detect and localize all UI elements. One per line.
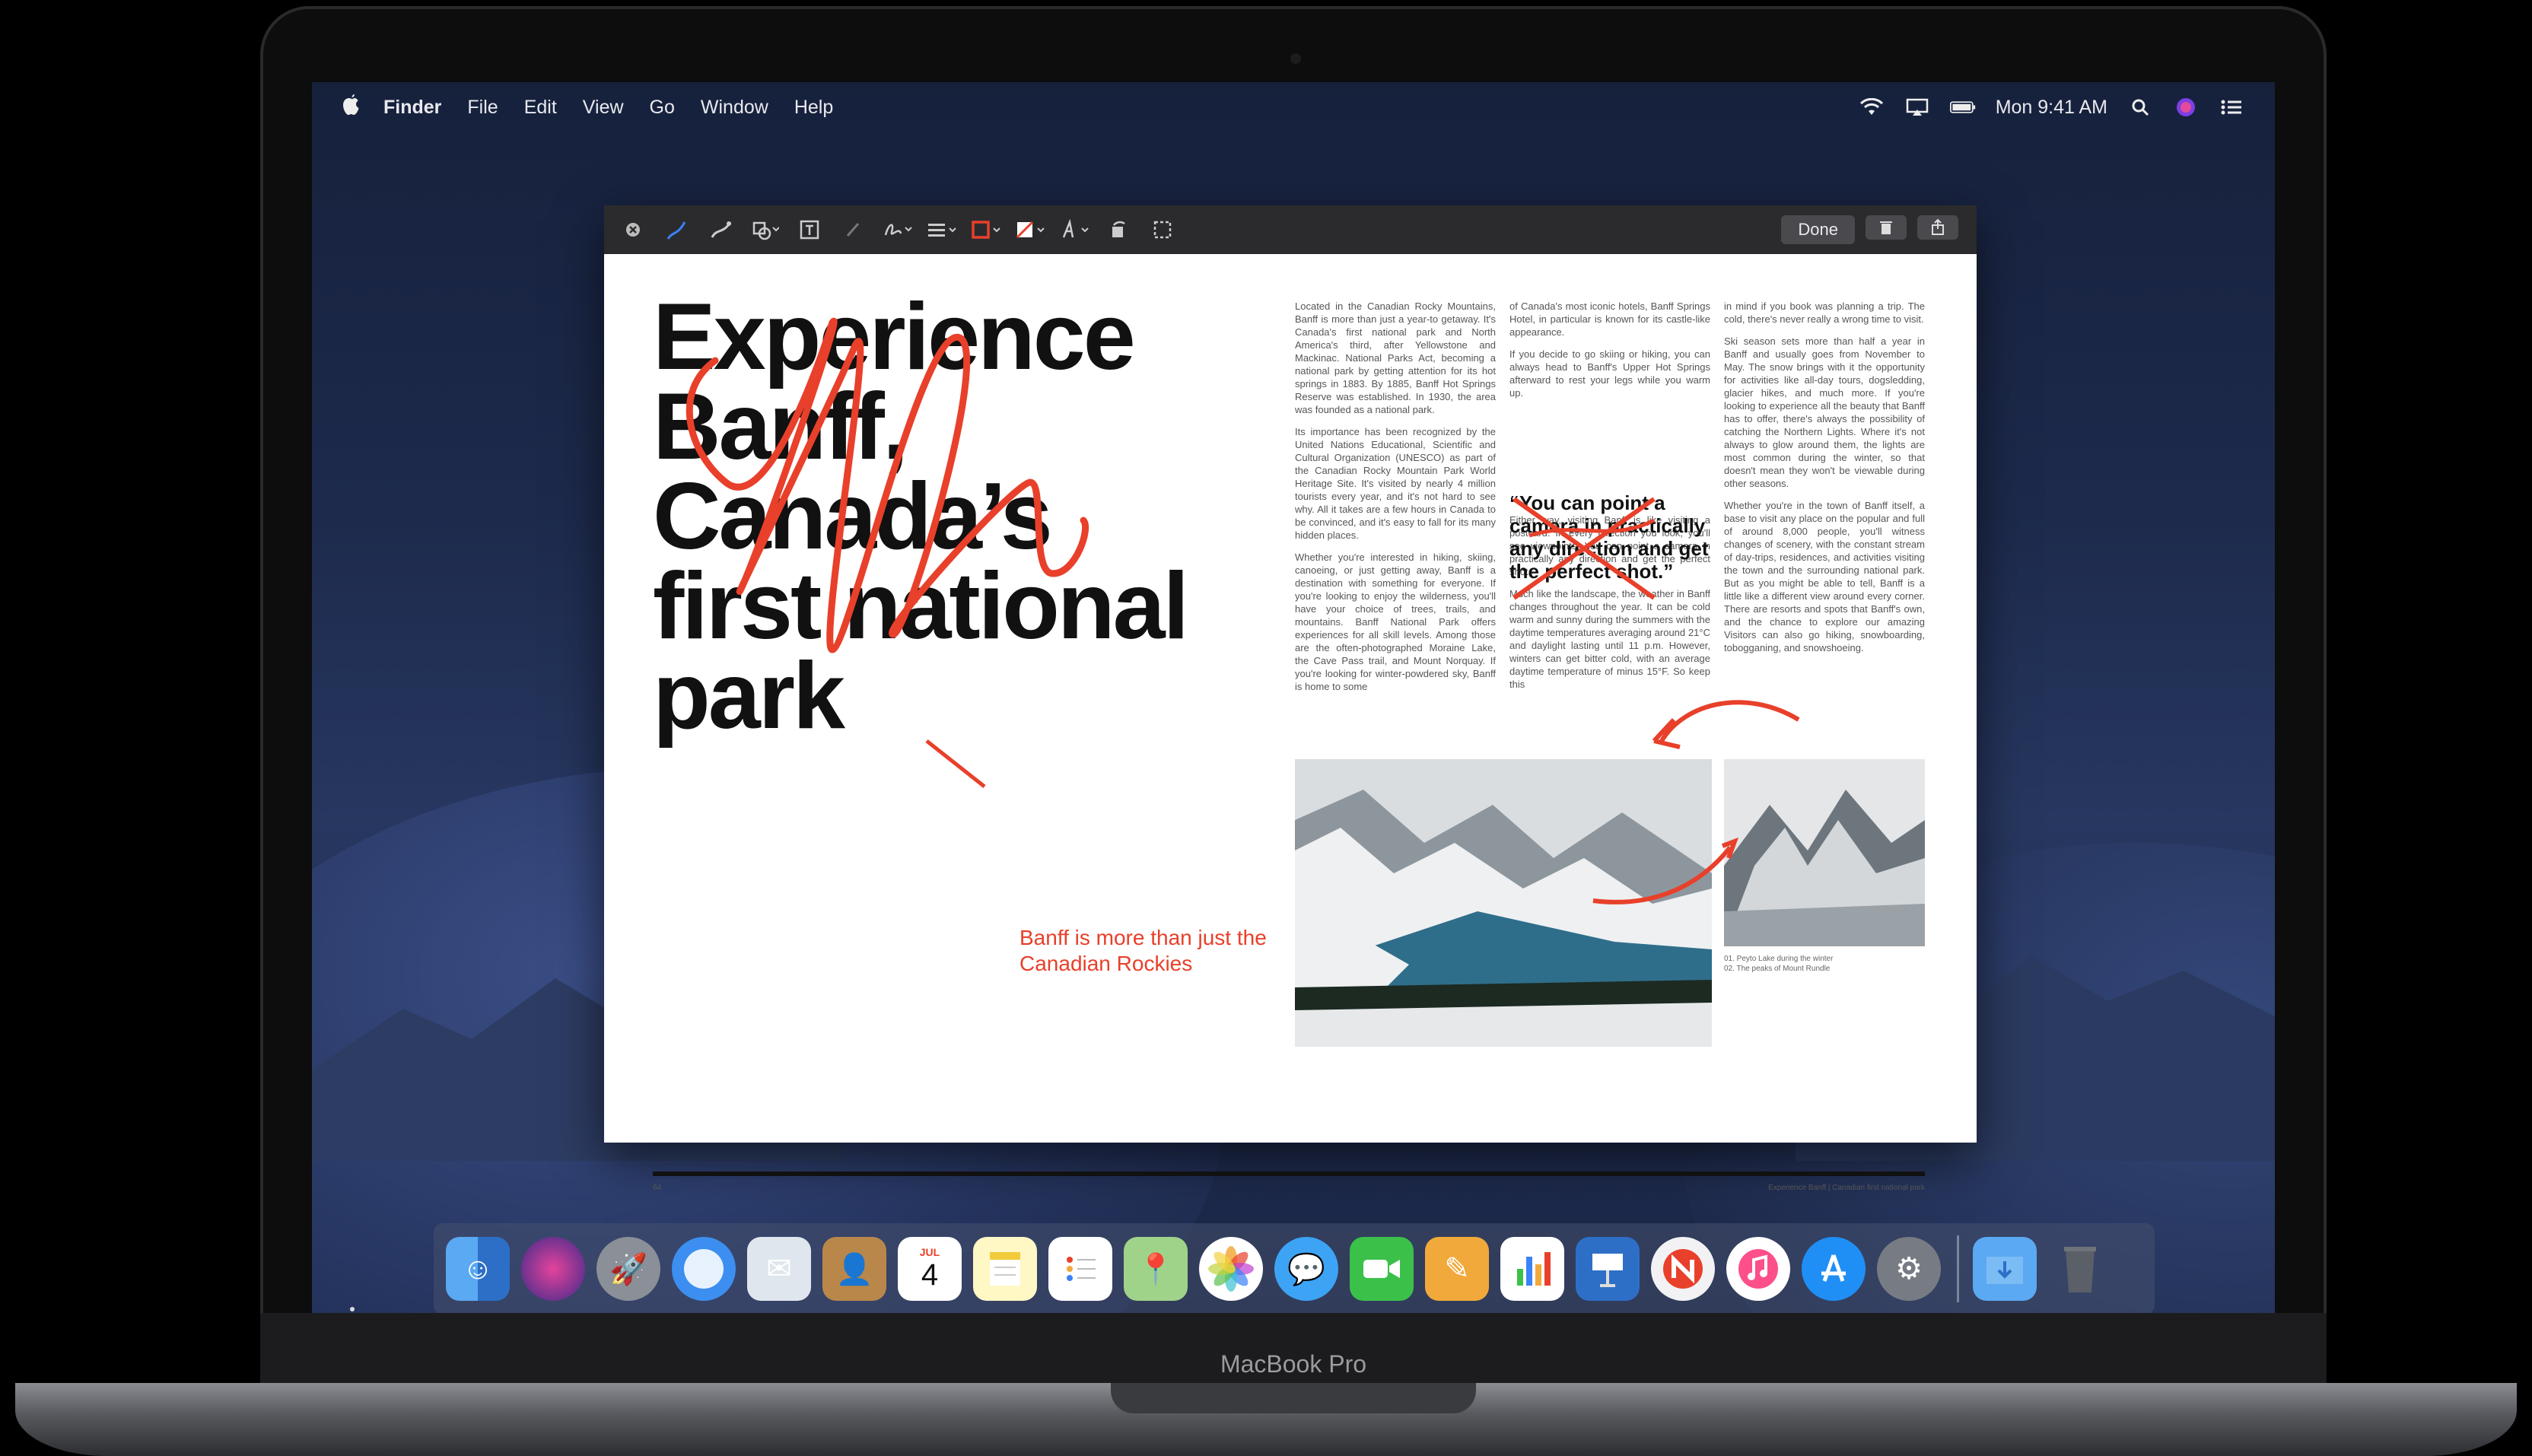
paragraph: Its importance has been recognized by th… xyxy=(1295,426,1496,541)
share-icon xyxy=(1932,219,1944,235)
highlight-icon[interactable] xyxy=(838,215,869,245)
border-color-icon[interactable] xyxy=(971,215,1001,245)
text-column-3: in mind if you book was planning a trip.… xyxy=(1724,300,1925,663)
mountain-photo xyxy=(1724,759,1925,946)
dock-reminders-icon[interactable] xyxy=(1048,1237,1112,1301)
status-menus: Mon 9:41 AM xyxy=(1859,97,2244,119)
text-column-1: Located in the Canadian Rocky Mountains,… xyxy=(1295,300,1496,702)
document-page: Experience Banff, Canada’s first nationa… xyxy=(604,254,1977,1192)
dock-safari-icon[interactable] xyxy=(672,1237,736,1301)
desktop: Finder File Edit View Go Window Help Mon… xyxy=(312,82,2275,1313)
menu-help[interactable]: Help xyxy=(794,97,833,119)
dock-notes-icon[interactable] xyxy=(973,1237,1037,1301)
dock-finder-icon[interactable]: ☺ xyxy=(446,1237,510,1301)
dock-calendar-icon[interactable]: JUL 4 xyxy=(898,1237,962,1301)
dock-pages-icon[interactable]: ✎ xyxy=(1425,1237,1489,1301)
dock: ☺ 🚀 ✉ 👤 JUL 4 📍 💬 ✎ ⚙ xyxy=(434,1223,2155,1313)
menu-window[interactable]: Window xyxy=(701,97,768,119)
markup-window: Done Experience Banff, Canada’s first na… xyxy=(604,205,1977,1192)
menu-clock[interactable]: Mon 9:41 AM xyxy=(1996,97,2107,119)
dock-separator xyxy=(1957,1235,1959,1302)
paragraph: in mind if you book was planning a trip.… xyxy=(1724,300,1925,325)
dock-facetime-icon[interactable] xyxy=(1350,1237,1414,1301)
running-footer: Experience Banff | Canadian first nation… xyxy=(1768,1184,1925,1192)
pull-quote: “You can point a camera in practically a… xyxy=(1509,491,1709,583)
dock-messages-icon[interactable]: 💬 xyxy=(1274,1237,1338,1301)
rotate-icon[interactable] xyxy=(1103,215,1134,245)
dock-siri-icon[interactable] xyxy=(521,1237,585,1301)
wifi-icon[interactable] xyxy=(1859,97,1885,117)
laptop-label: MacBook Pro xyxy=(1220,1350,1367,1378)
annotation-note: Banff is more than just the Canadian Roc… xyxy=(1019,926,1267,975)
airplay-icon[interactable] xyxy=(1904,97,1930,117)
dock-downloads-icon[interactable] xyxy=(1973,1237,2037,1301)
paragraph: Whether you're interested in hiking, ski… xyxy=(1295,552,1496,692)
paragraph: Much like the landscape, the weather in … xyxy=(1509,588,1710,690)
share-button[interactable] xyxy=(1917,215,1958,240)
dock-itunes-icon[interactable] xyxy=(1726,1237,1790,1301)
markup-toolbar: Done xyxy=(604,205,1977,254)
menu-edit[interactable]: Edit xyxy=(524,97,557,119)
trash-button[interactable] xyxy=(1866,215,1907,240)
dock-system-preferences-icon[interactable]: ⚙ xyxy=(1877,1237,1941,1301)
dock-trash-icon[interactable] xyxy=(2048,1237,2112,1301)
toolbar-actions: Done xyxy=(1781,215,1958,244)
calendar-day: 4 xyxy=(921,1258,939,1292)
text-icon[interactable] xyxy=(794,215,825,245)
dock-maps-icon[interactable]: 📍 xyxy=(1124,1237,1188,1301)
siri-icon[interactable] xyxy=(2173,97,2199,117)
dock-contacts-icon[interactable]: 👤 xyxy=(822,1237,886,1301)
trash-icon xyxy=(1880,221,1892,234)
paragraph: of Canada's most iconic hotels, Banff Sp… xyxy=(1509,300,1710,338)
dock-numbers-icon[interactable] xyxy=(1500,1237,1564,1301)
dock-photos-icon[interactable] xyxy=(1199,1237,1263,1301)
page-headline: Experience Banff, Canada’s first nationa… xyxy=(653,285,1189,749)
menu-file[interactable]: File xyxy=(467,97,498,119)
sketch-icon[interactable] xyxy=(662,215,692,245)
lake-photo xyxy=(1295,759,1712,1047)
dock-launchpad-icon[interactable]: 🚀 xyxy=(596,1237,660,1301)
apple-menu-icon[interactable] xyxy=(339,94,362,122)
dock-news-icon[interactable] xyxy=(1651,1237,1715,1301)
shapes-icon[interactable] xyxy=(750,215,781,245)
dock-mail-icon[interactable]: ✉ xyxy=(747,1237,811,1301)
done-button[interactable]: Done xyxy=(1781,215,1855,244)
line-style-icon[interactable] xyxy=(927,215,957,245)
menu-view[interactable]: View xyxy=(583,97,624,119)
calendar-month: JUL xyxy=(919,1246,940,1258)
paragraph: If you decide to go skiing or hiking, yo… xyxy=(1509,348,1710,399)
draw-icon[interactable] xyxy=(706,215,736,245)
running-indicator xyxy=(350,1307,355,1311)
spotlight-icon[interactable] xyxy=(2127,97,2153,117)
battery-icon[interactable] xyxy=(1949,97,1976,117)
text-style-icon[interactable] xyxy=(1059,215,1089,245)
crop-icon[interactable] xyxy=(1147,215,1178,245)
photo-caption: 01. Peyto Lake during the winter 02. The… xyxy=(1724,955,1834,973)
paragraph: Located in the Canadian Rocky Mountains,… xyxy=(1295,300,1496,415)
menu-bar: Finder File Edit View Go Window Help Mon… xyxy=(312,82,2275,132)
dock-keynote-icon[interactable] xyxy=(1576,1237,1640,1301)
menu-finder[interactable]: Finder xyxy=(383,97,441,119)
fill-color-icon[interactable] xyxy=(1015,215,1045,245)
camera-icon xyxy=(1290,53,1301,64)
sign-icon[interactable] xyxy=(883,215,913,245)
page-number: 64 xyxy=(653,1184,662,1192)
laptop-notch xyxy=(1111,1383,1476,1413)
close-icon[interactable] xyxy=(618,215,648,245)
paragraph: Ski season sets more than half a year in… xyxy=(1724,335,1925,489)
paragraph: Whether you're in the town of Banff itse… xyxy=(1724,500,1925,653)
footer-rule xyxy=(653,1171,1925,1176)
menu-go[interactable]: Go xyxy=(650,97,675,119)
notification-center-icon[interactable] xyxy=(2219,97,2244,117)
dock-app-store-icon[interactable] xyxy=(1802,1237,1866,1301)
